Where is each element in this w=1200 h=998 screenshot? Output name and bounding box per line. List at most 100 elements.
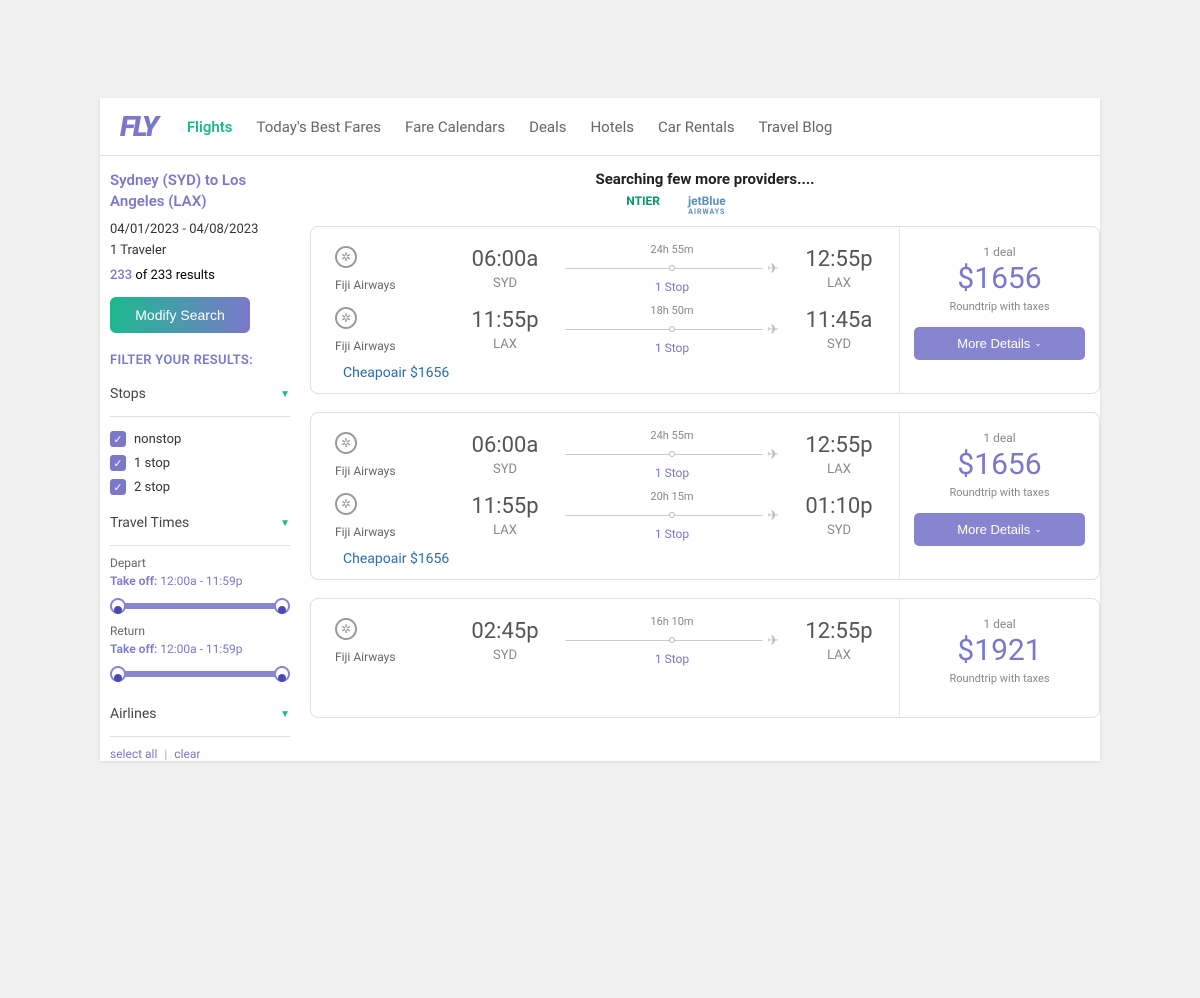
airline-name: Fiji Airways — [335, 464, 455, 478]
arrive-code: LAX — [789, 276, 889, 291]
filter-stops-toggle[interactable]: Stops ▼ — [110, 380, 290, 408]
airline-col: ✲ Fiji Airways — [335, 432, 455, 478]
stops: 1 Stop — [555, 341, 789, 355]
depart-code: SYD — [455, 462, 555, 477]
provider-jetblue-sub: AIRWAYS — [688, 208, 726, 216]
nav-deals[interactable]: Deals — [529, 118, 566, 136]
nav-travel-blog[interactable]: Travel Blog — [759, 118, 833, 136]
airline-col: ✲ Fiji Airways — [335, 246, 455, 292]
more-details-button[interactable]: More Details ⌄ — [914, 327, 1085, 360]
price-note: Roundtrip with taxes — [914, 486, 1085, 499]
depart-time-col: 06:00a SYD — [455, 433, 555, 477]
airline-name: Fiji Airways — [335, 278, 455, 292]
provider-frontier: NTIER — [626, 194, 660, 216]
slider-handle-left[interactable] — [110, 598, 126, 614]
plane-icon: ✈ — [767, 261, 779, 277]
airline-logo-icon: ✲ — [335, 432, 357, 454]
sidebar: Sydney (SYD) to Los Angeles (LAX) 04/01/… — [100, 170, 300, 761]
filter-airlines-toggle[interactable]: Airlines ▼ — [110, 700, 290, 728]
more-details-label: More Details — [957, 522, 1030, 537]
filter-travel-times-toggle[interactable]: Travel Times ▼ — [110, 509, 290, 537]
price: $1656 — [914, 447, 1085, 482]
search-travelers: 1 Traveler — [110, 243, 290, 258]
card-price: 1 deal $1921 Roundtrip with taxes — [899, 599, 1099, 717]
more-details-button[interactable]: More Details ⌄ — [914, 513, 1085, 546]
takeoff-label: Take off: — [110, 642, 157, 656]
depart-time-col: 11:55p LAX — [455, 308, 555, 352]
checkbox-nonstop[interactable]: ✓ nonstop — [110, 427, 290, 451]
search-dates: 04/01/2023 - 04/08/2023 — [110, 222, 290, 237]
return-slider[interactable] — [110, 664, 290, 684]
filter-stops: Stops ▼ — [110, 380, 290, 417]
provider-jetblue: jetBlue AIRWAYS — [688, 194, 726, 216]
arrive-time-col: 11:45a SYD — [789, 308, 889, 352]
plane-icon: ✈ — [767, 322, 779, 338]
slider-handle-right[interactable] — [274, 666, 290, 682]
flight-line: ✈ — [565, 262, 779, 276]
duration: 16h 10m — [555, 615, 789, 628]
depart-takeoff-range: Take off: 12:00a - 11:59p — [110, 574, 290, 588]
slider-handle-left[interactable] — [110, 666, 126, 682]
cheapoair-link[interactable]: Cheapoair $1656 — [343, 365, 889, 381]
chevron-down-icon: ⌄ — [1034, 524, 1042, 535]
airline-name: Fiji Airways — [335, 650, 455, 664]
searching-header: Searching few more providers.... NTIER j… — [310, 170, 1100, 216]
takeoff-label: Take off: — [110, 574, 157, 588]
plane-icon: ✈ — [767, 447, 779, 463]
deal-count: 1 deal — [914, 245, 1085, 259]
stops: 1 Stop — [555, 527, 789, 541]
plane-icon: ✈ — [767, 633, 779, 649]
cheapoair-link[interactable]: Cheapoair $1656 — [343, 551, 889, 567]
airline-name: Fiji Airways — [335, 339, 455, 353]
duration: 18h 50m — [555, 304, 789, 317]
select-all-link[interactable]: select all — [110, 747, 157, 761]
airline-col: ✲ Fiji Airways — [335, 493, 455, 539]
arrive-time: 12:55p — [789, 433, 889, 458]
arrive-time: 12:55p — [789, 619, 889, 644]
airline-col: ✲ Fiji Airways — [335, 618, 455, 664]
route-title: Sydney (SYD) to Los Angeles (LAX) — [110, 170, 290, 212]
nav-hotels[interactable]: Hotels — [590, 118, 634, 136]
price-note: Roundtrip with taxes — [914, 300, 1085, 313]
filter-airlines: Airlines ▼ — [110, 700, 290, 737]
checkbox-2stop-label: 2 stop — [134, 480, 170, 495]
header: FLY Flights Today's Best Fares Fare Cale… — [100, 98, 1100, 156]
arrive-code: SYD — [789, 337, 889, 352]
provider-placeholder — [754, 194, 784, 216]
filter-stops-label: Stops — [110, 386, 146, 402]
searching-text: Searching few more providers.... — [310, 170, 1100, 188]
depart-slider[interactable] — [110, 596, 290, 616]
nav: Flights Today's Best Fares Fare Calendar… — [187, 118, 833, 136]
arrive-time-col: 12:55p LAX — [789, 247, 889, 291]
deal-count: 1 deal — [914, 617, 1085, 631]
card-price: 1 deal $1656 Roundtrip with taxes More D… — [899, 413, 1099, 579]
filter-travel-times: Travel Times ▼ — [110, 509, 290, 546]
nav-best-fares[interactable]: Today's Best Fares — [257, 118, 382, 136]
providers-row: NTIER jetBlue AIRWAYS — [310, 194, 1100, 216]
modify-search-button[interactable]: Modify Search — [110, 297, 250, 333]
check-icon: ✓ — [110, 479, 126, 495]
slider-handle-right[interactable] — [274, 598, 290, 614]
return-leg: ✲ Fiji Airways 11:55p LAX 18h 50m ✈ — [335, 304, 889, 355]
depart-time-col: 11:55p LAX — [455, 494, 555, 538]
provider-jetblue-label: jetBlue — [688, 194, 726, 208]
separator: | — [164, 747, 167, 761]
clear-link[interactable]: clear — [174, 747, 200, 761]
return-label: Return — [110, 624, 290, 638]
nav-fare-calendars[interactable]: Fare Calendars — [405, 118, 505, 136]
arrive-time-col: 12:55p LAX — [789, 619, 889, 663]
arrive-time: 12:55p — [789, 247, 889, 272]
outbound-leg: ✲ Fiji Airways 06:00a SYD 24h 55m ✈ — [335, 243, 889, 294]
checkbox-1stop[interactable]: ✓ 1 stop — [110, 451, 290, 475]
flight-line: ✈ — [565, 509, 779, 523]
airline-logo-icon: ✲ — [335, 246, 357, 268]
airline-logo-icon: ✲ — [335, 493, 357, 515]
airline-name: Fiji Airways — [335, 525, 455, 539]
checkbox-2stop[interactable]: ✓ 2 stop — [110, 475, 290, 499]
nav-flights[interactable]: Flights — [187, 118, 233, 136]
card-price: 1 deal $1656 Roundtrip with taxes More D… — [899, 227, 1099, 393]
return-leg: ✲ Fiji Airways 11:55p LAX 20h 15m ✈ — [335, 490, 889, 541]
nav-car-rentals[interactable]: Car Rentals — [658, 118, 735, 136]
depart-code: LAX — [455, 337, 555, 352]
content: Searching few more providers.... NTIER j… — [300, 170, 1100, 761]
